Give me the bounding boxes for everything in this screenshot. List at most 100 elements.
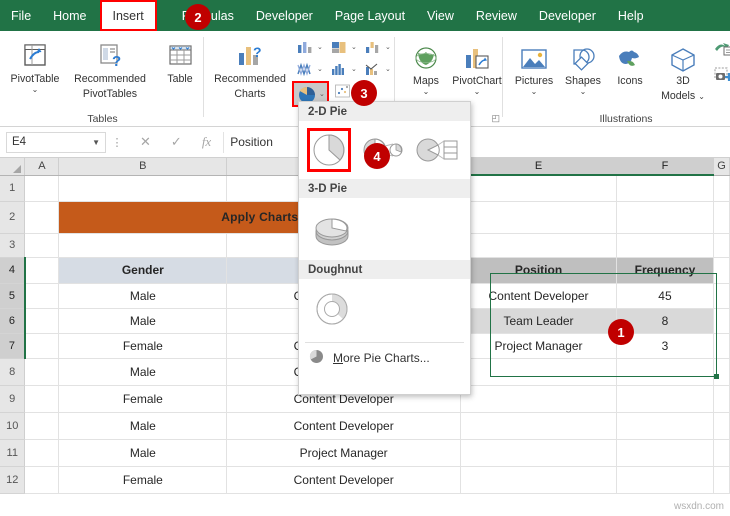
cell-g7[interactable] [713,333,729,358]
right-cell-position-1[interactable]: Content Developer [461,283,617,308]
row-header-1[interactable]: 1 [0,175,25,201]
cell-f1[interactable] [616,175,713,201]
tab-home[interactable]: Home [42,0,97,31]
maps-button[interactable]: Maps ⌄ [400,39,452,95]
smartart-button[interactable] [714,41,730,64]
cell-f8[interactable] [616,358,713,385]
cell-f11[interactable] [616,439,713,466]
cell-e11[interactable] [461,439,617,466]
left-cell-gender-2[interactable]: Male [59,308,227,333]
cell-f3[interactable] [616,233,713,257]
row-header-5[interactable]: 5 [0,283,25,308]
pivotchart-chevron-down-icon[interactable]: ⌄ [474,88,481,95]
cell-g11[interactable] [713,439,729,466]
doughnut-icon[interactable] [307,286,357,332]
cell-a4[interactable] [25,257,59,283]
pictures-chevron-down-icon[interactable]: ⌄ [531,88,538,95]
pie-chart-chevron-down-icon[interactable]: ⌄ [319,90,325,98]
left-cell-gender-3[interactable]: Female [59,333,227,358]
cancel-icon[interactable]: ✕ [140,134,151,150]
shapes-button[interactable]: Shapes ⌄ [558,39,608,95]
pivotchart-button[interactable]: PivotChart ⌄ [450,39,504,95]
cell-a3[interactable] [25,233,59,257]
left-cell-gender-6[interactable]: Male [59,412,227,439]
histogram-chart-button[interactable]: ⌄ [328,59,357,79]
column-header-f[interactable]: F [616,158,713,175]
column-header-e[interactable]: E [461,158,617,175]
name-box-chevron-down-icon[interactable]: ▼ [92,138,100,147]
left-table-header-gender[interactable]: Gender [59,257,227,283]
row-header-2[interactable]: 2 [0,201,25,233]
name-box[interactable]: E4 ▼ [6,132,106,153]
cell-g2[interactable] [713,201,729,233]
cell-b3[interactable] [59,233,227,257]
left-cell-position-7[interactable]: Project Manager [227,439,461,466]
column-header-a[interactable]: A [25,158,59,175]
row-header-10[interactable]: 10 [0,412,25,439]
cell-a9[interactable] [25,385,59,412]
cell-e1[interactable] [461,175,617,201]
maps-chevron-down-icon[interactable]: ⌄ [423,88,430,95]
3d-models-chevron-down-icon[interactable]: ⌄ [698,93,705,100]
hierarchy-chart-chevron-down-icon[interactable]: ⌄ [351,43,357,51]
enter-icon[interactable]: ✓ [171,134,182,150]
cell-e8[interactable] [461,358,617,385]
stock-chart-chevron-down-icon[interactable]: ⌄ [317,65,323,73]
cell-a7[interactable] [25,333,59,358]
cell-a10[interactable] [25,412,59,439]
right-cell-position-3[interactable]: Project Manager [461,333,617,358]
pivottable-chevron-down-icon[interactable]: ⌄ [32,86,39,93]
cell-g10[interactable] [713,412,729,439]
stock-chart-button[interactable]: ⌄ [294,59,323,79]
cell-a2[interactable] [25,201,59,233]
left-cell-position-6[interactable]: Content Developer [227,412,461,439]
cell-g4[interactable] [713,257,729,283]
icons-button[interactable]: Icons [606,39,654,88]
tab-file[interactable]: File [0,0,42,31]
left-cell-gender-5[interactable]: Female [59,385,227,412]
column-header-g[interactable]: G [713,158,729,175]
right-cell-position-2[interactable]: Team Leader [461,308,617,333]
cell-a5[interactable] [25,283,59,308]
insert-function-icon[interactable]: fx [202,134,211,150]
pie-2d-icon[interactable] [307,128,351,172]
tab-developer-1[interactable]: Developer [245,0,324,31]
pie-3d-icon[interactable] [307,205,357,253]
screenshot-button[interactable] [714,67,730,90]
cell-a8[interactable] [25,358,59,385]
tab-developer-2[interactable]: Developer [528,0,607,31]
tab-page-layout[interactable]: Page Layout [324,0,416,31]
right-cell-frequency-1[interactable]: 45 [616,283,713,308]
hierarchy-chart-button[interactable]: ⌄ [328,37,357,57]
combo-chart-chevron-down-icon[interactable]: ⌄ [385,65,391,73]
tab-view[interactable]: View [416,0,465,31]
waterfall-chart-chevron-down-icon[interactable]: ⌄ [385,43,391,51]
cell-f12[interactable] [616,466,713,493]
row-header-12[interactable]: 12 [0,466,25,493]
recommended-pivottables-button[interactable]: ? Recommended PivotTables [62,37,158,100]
row-header-11[interactable]: 11 [0,439,25,466]
left-cell-gender-1[interactable]: Male [59,283,227,308]
waterfall-chart-button[interactable]: ⌄ [362,37,391,57]
cell-f2[interactable] [616,201,713,233]
pictures-button[interactable]: Pictures ⌄ [508,39,560,95]
tab-review[interactable]: Review [465,0,528,31]
cell-e12[interactable] [461,466,617,493]
charts-dialog-launcher-icon[interactable]: ◰ [491,113,500,124]
cell-f10[interactable] [616,412,713,439]
cell-g1[interactable] [713,175,729,201]
cell-e10[interactable] [461,412,617,439]
cell-b1[interactable] [59,175,227,201]
bar-of-pie-icon[interactable] [415,128,459,172]
row-header-6[interactable]: 6 [0,308,25,333]
column-chart-chevron-down-icon[interactable]: ⌄ [317,43,323,51]
tab-help[interactable]: Help [607,0,655,31]
pivottable-button[interactable]: PivotTable ⌄ [4,37,66,93]
histogram-chart-chevron-down-icon[interactable]: ⌄ [351,65,357,73]
combo-chart-button[interactable]: ⌄ [362,59,391,79]
right-table-header-position[interactable]: Position [461,257,617,283]
tab-insert[interactable]: Insert [100,0,157,31]
cell-a6[interactable] [25,308,59,333]
cell-g5[interactable] [713,283,729,308]
row-header-3[interactable]: 3 [0,233,25,257]
